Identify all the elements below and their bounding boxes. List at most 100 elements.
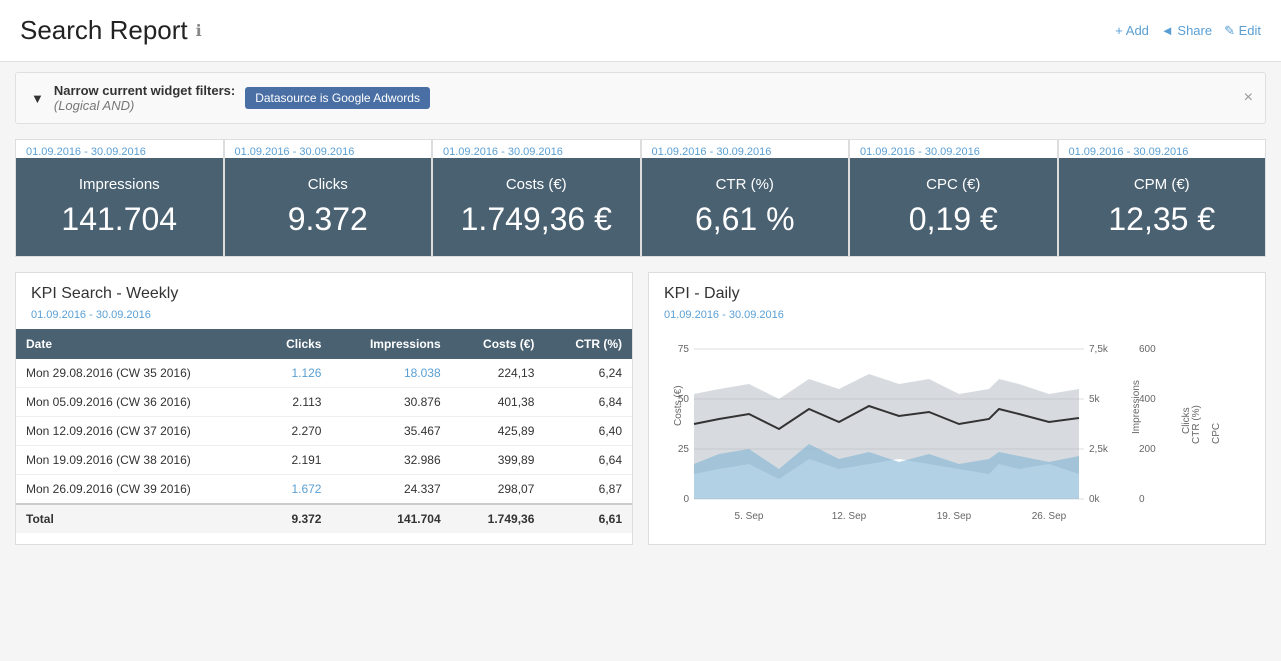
axis-title-costs: Costs (€) xyxy=(673,385,684,426)
row-impressions: 30.876 xyxy=(331,388,450,417)
chart-section: KPI - Daily 01.09.2016 - 30.09.2016 75 5… xyxy=(648,272,1266,545)
edit-button[interactable]: ✎ Edit xyxy=(1224,23,1261,39)
row-ctr: 6,87 xyxy=(544,475,632,505)
y-right2-600: 600 xyxy=(1139,344,1156,355)
kpi-card-1: 01.09.2016 - 30.09.2016 Clicks 9.372 xyxy=(224,139,433,257)
kpi-card-2: 01.09.2016 - 30.09.2016 Costs (€) 1.749,… xyxy=(432,139,641,257)
kpi-label-1: Clicks xyxy=(240,176,417,193)
kpi-label-4: CPC (€) xyxy=(865,176,1042,193)
footer-costs: 1.749,36 xyxy=(451,504,545,533)
add-button[interactable]: + Add xyxy=(1115,23,1149,39)
footer-label: Total xyxy=(16,504,259,533)
table-body: Mon 29.08.2016 (CW 35 2016) 1.126 18.038… xyxy=(16,359,632,504)
kpi-value-1: 9.372 xyxy=(240,201,417,238)
row-date: Mon 05.09.2016 (CW 36 2016) xyxy=(16,388,259,417)
kpi-date-4: 01.09.2016 - 30.09.2016 xyxy=(850,140,1057,158)
col-clicks: Clicks xyxy=(259,329,332,359)
footer-ctr: 6,61 xyxy=(544,504,632,533)
chart-date: 01.09.2016 - 30.09.2016 xyxy=(649,307,1265,329)
kpi-date-2: 01.09.2016 - 30.09.2016 xyxy=(433,140,640,158)
kpi-box-0: Impressions 141.704 xyxy=(16,158,223,256)
table-header: Date Clicks Impressions Costs (€) CTR (%… xyxy=(16,329,632,359)
table-date: 01.09.2016 - 30.09.2016 xyxy=(16,307,632,329)
kpi-box-2: Costs (€) 1.749,36 € xyxy=(433,158,640,256)
axis-title-impressions: Impressions xyxy=(1131,380,1142,434)
table-row: Mon 19.09.2016 (CW 38 2016) 2.191 32.986… xyxy=(16,446,632,475)
row-clicks: 2.113 xyxy=(259,388,332,417)
filter-bar: ▼ Narrow current widget filters: (Logica… xyxy=(15,72,1266,124)
x-label-12sep: 12. Sep xyxy=(832,511,867,522)
row-ctr: 6,40 xyxy=(544,417,632,446)
kpi-value-4: 0,19 € xyxy=(865,201,1042,238)
y-right2-0: 0 xyxy=(1139,494,1145,505)
row-clicks[interactable]: 1.672 xyxy=(259,475,332,505)
row-costs: 425,89 xyxy=(451,417,545,446)
kpi-box-5: CPM (€) 12,35 € xyxy=(1059,158,1266,256)
kpi-value-5: 12,35 € xyxy=(1074,201,1251,238)
kpi-box-3: CTR (%) 6,61 % xyxy=(642,158,849,256)
row-date: Mon 26.09.2016 (CW 39 2016) xyxy=(16,475,259,505)
row-clicks: 2.191 xyxy=(259,446,332,475)
y-label-25: 25 xyxy=(678,444,690,455)
kpi-date-5: 01.09.2016 - 30.09.2016 xyxy=(1059,140,1266,158)
kpi-row: 01.09.2016 - 30.09.2016 Impressions 141.… xyxy=(15,139,1266,257)
kpi-date-0: 01.09.2016 - 30.09.2016 xyxy=(16,140,223,158)
row-impressions: 32.986 xyxy=(331,446,450,475)
axis-title-cpc: CPC xyxy=(1211,423,1222,444)
kpi-date-1: 01.09.2016 - 30.09.2016 xyxy=(225,140,432,158)
page-title: Search Report ℹ xyxy=(20,15,202,46)
filter-close-button[interactable]: × xyxy=(1244,89,1253,107)
share-button[interactable]: ◄ Share xyxy=(1161,23,1212,39)
kpi-card-3: 01.09.2016 - 30.09.2016 CTR (%) 6,61 % xyxy=(641,139,850,257)
kpi-card-0: 01.09.2016 - 30.09.2016 Impressions 141.… xyxy=(15,139,224,257)
kpi-value-2: 1.749,36 € xyxy=(448,201,625,238)
row-impressions[interactable]: 18.038 xyxy=(331,359,450,388)
kpi-value-0: 141.704 xyxy=(31,201,208,238)
row-date: Mon 29.08.2016 (CW 35 2016) xyxy=(16,359,259,388)
chart-container: 75 50 25 0 7,5k 5k 2,5k 0k 600 400 200 0 xyxy=(649,329,1265,544)
y-label-0: 0 xyxy=(683,494,689,505)
chart-svg: 75 50 25 0 7,5k 5k 2,5k 0k 600 400 200 0 xyxy=(659,334,1229,534)
table-row: Mon 26.09.2016 (CW 39 2016) 1.672 24.337… xyxy=(16,475,632,505)
filter-tag[interactable]: Datasource is Google Adwords xyxy=(245,87,430,109)
row-impressions: 35.467 xyxy=(331,417,450,446)
kpi-label-3: CTR (%) xyxy=(657,176,834,193)
row-ctr: 6,64 xyxy=(544,446,632,475)
row-costs: 224,13 xyxy=(451,359,545,388)
kpi-value-3: 6,61 % xyxy=(657,201,834,238)
y-right-label-75k: 7,5k xyxy=(1089,344,1109,355)
info-icon[interactable]: ℹ xyxy=(196,21,202,41)
row-clicks: 2.270 xyxy=(259,417,332,446)
y-right-label-0k: 0k xyxy=(1089,494,1101,505)
kpi-box-4: CPC (€) 0,19 € xyxy=(850,158,1057,256)
data-table: Date Clicks Impressions Costs (€) CTR (%… xyxy=(16,329,632,533)
table-row: Mon 12.09.2016 (CW 37 2016) 2.270 35.467… xyxy=(16,417,632,446)
col-ctr: CTR (%) xyxy=(544,329,632,359)
footer-clicks: 9.372 xyxy=(259,504,332,533)
table-row: Mon 05.09.2016 (CW 36 2016) 2.113 30.876… xyxy=(16,388,632,417)
kpi-date-3: 01.09.2016 - 30.09.2016 xyxy=(642,140,849,158)
header: Search Report ℹ + Add ◄ Share ✎ Edit xyxy=(0,0,1281,62)
col-costs: Costs (€) xyxy=(451,329,545,359)
kpi-card-4: 01.09.2016 - 30.09.2016 CPC (€) 0,19 € xyxy=(849,139,1058,257)
filter-label: Narrow current widget filters: (Logical … xyxy=(54,83,235,113)
row-costs: 401,38 xyxy=(451,388,545,417)
x-label-19sep: 19. Sep xyxy=(937,511,972,522)
title-text: Search Report xyxy=(20,15,188,46)
kpi-box-1: Clicks 9.372 xyxy=(225,158,432,256)
table-title: KPI Search - Weekly xyxy=(16,273,632,307)
row-date: Mon 12.09.2016 (CW 37 2016) xyxy=(16,417,259,446)
row-clicks[interactable]: 1.126 xyxy=(259,359,332,388)
table-row: Mon 29.08.2016 (CW 35 2016) 1.126 18.038… xyxy=(16,359,632,388)
row-costs: 399,89 xyxy=(451,446,545,475)
footer-impressions: 141.704 xyxy=(331,504,450,533)
x-label-5sep: 5. Sep xyxy=(735,511,764,522)
col-impressions: Impressions xyxy=(331,329,450,359)
axis-title-ctr: CTR (%) xyxy=(1191,405,1202,444)
kpi-label-0: Impressions xyxy=(31,176,208,193)
row-impressions: 24.337 xyxy=(331,475,450,505)
main-content: KPI Search - Weekly 01.09.2016 - 30.09.2… xyxy=(15,272,1266,545)
funnel-icon: ▼ xyxy=(31,91,44,106)
kpi-label-2: Costs (€) xyxy=(448,176,625,193)
y-label-75: 75 xyxy=(678,344,690,355)
